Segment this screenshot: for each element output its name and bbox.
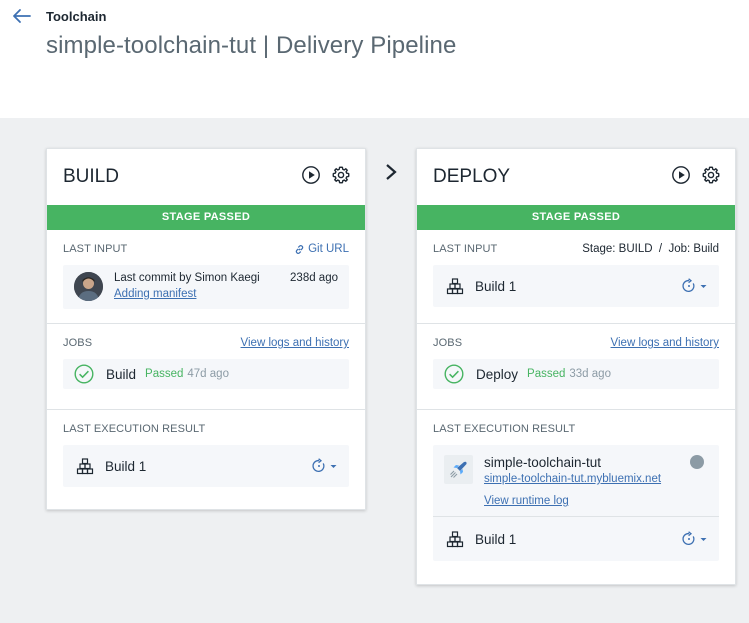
run-stage-button[interactable] <box>671 165 691 185</box>
last-input-section: LAST INPUT Git URL Last commit by Simon … <box>47 230 365 324</box>
build-name: Build 1 <box>105 458 147 474</box>
stage-header: DEPLOY <box>417 149 735 205</box>
run-stage-button[interactable] <box>301 165 321 185</box>
gear-icon <box>332 166 350 184</box>
back-arrow-icon[interactable] <box>12 8 32 24</box>
job-name: Build <box>106 366 137 382</box>
build-result-tile[interactable]: Build 1 <box>63 445 349 487</box>
stage-title: BUILD <box>63 166 119 187</box>
last-commit-tile: Last commit by Simon Kaegi 238d ago Addi… <box>63 265 349 309</box>
git-url-label: Git URL <box>308 243 349 255</box>
redeploy-icon <box>682 531 695 546</box>
stage-card-deploy: DEPLOY STAGE PASSED LAST INPUT Stage: BU… <box>416 148 736 585</box>
commit-author: Last commit by Simon Kaegi <box>114 272 260 284</box>
redeploy-icon <box>682 278 695 293</box>
caret-down-icon <box>700 284 707 288</box>
stage-status-banner: STAGE PASSED <box>417 205 735 230</box>
job-tile[interactable]: Deploy Passed 33d ago <box>433 359 719 389</box>
job-name: Deploy <box>476 366 519 382</box>
commit-age: 238d ago <box>290 272 338 284</box>
caret-down-icon <box>330 464 337 468</box>
job-status: Passed <box>527 368 566 380</box>
app-status-indicator <box>690 455 704 469</box>
stage-actions <box>301 165 351 185</box>
play-icon <box>302 166 320 184</box>
page-header: Toolchain simple-toolchain-tut | Deliver… <box>0 0 749 118</box>
commit-message-link[interactable]: Adding manifest <box>114 288 196 300</box>
pipeline-canvas: BUILD STAGE PASSED LAST INPUT Git URL La… <box>0 118 749 623</box>
check-circle-icon <box>444 364 464 384</box>
stage-status-banner: STAGE PASSED <box>47 205 365 230</box>
app-name: simple-toolchain-tut <box>484 455 602 470</box>
gear-icon <box>702 166 720 184</box>
redeploy-menu[interactable] <box>311 458 337 474</box>
build-blocks-icon <box>76 457 94 474</box>
build-name: Build 1 <box>475 278 517 294</box>
caret-down-icon <box>700 537 707 541</box>
stage-header: BUILD <box>47 149 365 205</box>
runtime-log-link[interactable]: View runtime log <box>484 495 569 507</box>
link-icon <box>295 244 304 254</box>
section-label: LAST EXECUTION RESULT <box>63 423 206 435</box>
check-circle-icon <box>74 364 94 384</box>
last-execution-section: LAST EXECUTION RESULT simple-toolchain-t… <box>417 410 735 561</box>
chevron-right-icon <box>386 164 397 180</box>
last-input-section: LAST INPUT Stage: BUILD / Job: Build Bui… <box>417 230 735 324</box>
redeploy-icon <box>312 458 325 473</box>
build-name: Build 1 <box>475 531 517 547</box>
play-icon <box>672 166 690 184</box>
section-label: JOBS <box>63 337 93 349</box>
result-build-row[interactable]: Build 1 <box>433 517 719 561</box>
page-title: simple-toolchain-tut | Delivery Pipeline <box>46 32 457 59</box>
git-url-link[interactable]: Git URL <box>294 243 349 255</box>
build-blocks-icon <box>446 277 464 294</box>
job-age: 47d ago <box>187 368 229 380</box>
app-url-link[interactable]: simple-toolchain-tut.mybluemix.net <box>484 473 661 485</box>
redeploy-menu[interactable] <box>681 278 707 294</box>
input-source-meta: Stage: BUILD / Job: Build <box>582 243 719 255</box>
view-logs-link[interactable]: View logs and history <box>611 337 719 349</box>
toolchain-breadcrumb[interactable]: Toolchain <box>46 9 106 24</box>
app-rocket-icon <box>444 455 473 484</box>
deploy-result-tile: simple-toolchain-tut simple-toolchain-tu… <box>433 445 719 561</box>
job-status: Passed <box>145 368 184 380</box>
build-blocks-icon <box>446 530 464 547</box>
job-age: 33d ago <box>569 368 611 380</box>
job-tile[interactable]: Build Passed 47d ago <box>63 359 349 389</box>
section-label: LAST EXECUTION RESULT <box>433 423 576 435</box>
section-label: JOBS <box>433 337 463 349</box>
stage-title: DEPLOY <box>433 166 511 187</box>
stage-settings-button[interactable] <box>701 165 721 185</box>
stage-card-build: BUILD STAGE PASSED LAST INPUT Git URL La… <box>46 148 366 510</box>
stage-actions <box>671 165 721 185</box>
last-execution-section: LAST EXECUTION RESULT Build 1 <box>47 410 365 487</box>
view-logs-link[interactable]: View logs and history <box>241 337 349 349</box>
redeploy-menu[interactable] <box>681 531 707 547</box>
section-label: LAST INPUT <box>63 243 128 255</box>
jobs-section: JOBS View logs and history Deploy Passed… <box>417 324 735 410</box>
avatar <box>74 272 103 301</box>
stage-settings-button[interactable] <box>331 165 351 185</box>
jobs-section: JOBS View logs and history Build Passed … <box>47 324 365 410</box>
section-label: LAST INPUT <box>433 243 498 255</box>
app-row: simple-toolchain-tut simple-toolchain-tu… <box>433 445 719 517</box>
input-build-tile[interactable]: Build 1 <box>433 265 719 307</box>
